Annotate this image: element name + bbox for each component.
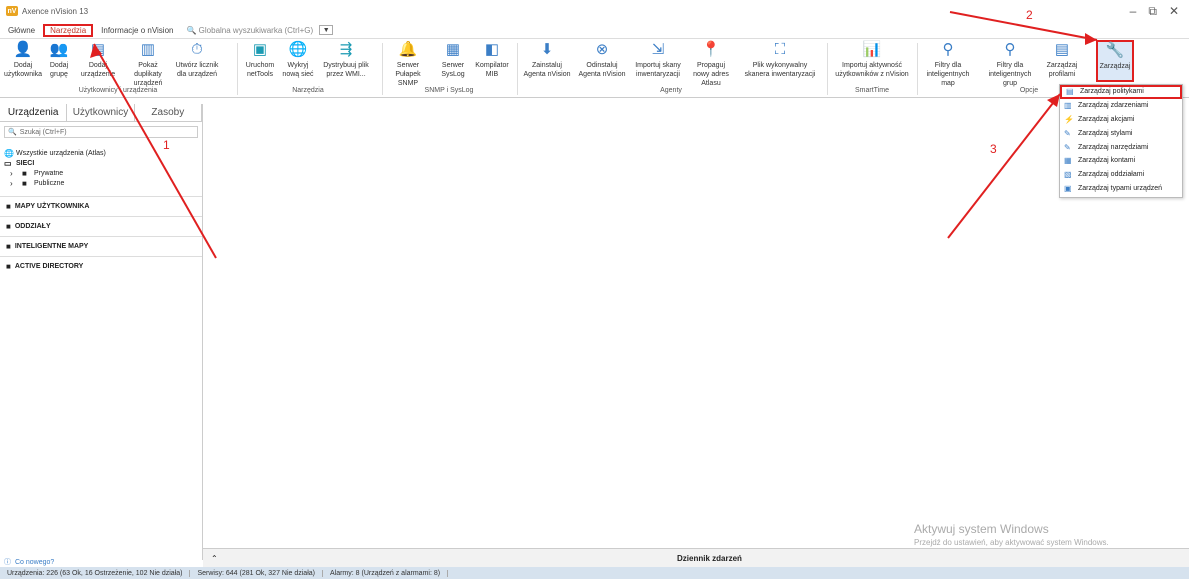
arrow-1 xyxy=(93,43,217,259)
annotation-1: 1 xyxy=(163,138,170,152)
arrowhead-2 xyxy=(1085,33,1097,45)
arrow-2 xyxy=(949,11,1098,41)
annotation-2: 2 xyxy=(1026,8,1033,22)
arrowhead-3 xyxy=(1047,94,1060,107)
annotation-arrows xyxy=(90,11,1098,259)
arrow-3 xyxy=(947,93,1061,239)
annotation-3: 3 xyxy=(990,142,997,156)
